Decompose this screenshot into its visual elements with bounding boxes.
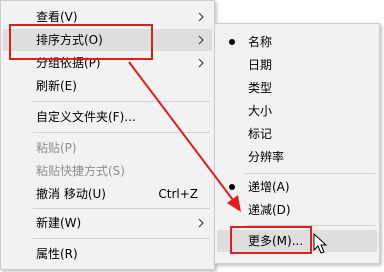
- sort-option-date[interactable]: 日期: [217, 54, 377, 76]
- menu-item-label: 递增(A): [248, 180, 290, 194]
- menu-item-label: 名称: [248, 35, 273, 49]
- menu-item-new[interactable]: 新建(W): [3, 212, 212, 234]
- menu-item-label: 刷新(E): [36, 79, 77, 93]
- menu-item-label: 标记: [248, 127, 273, 141]
- menu-item-customize-folder[interactable]: 自定义文件夹(F)...: [3, 106, 212, 128]
- menu-item-undo-move[interactable]: 撤消 移动(U) Ctrl+Z: [3, 183, 212, 205]
- selected-bullet-icon: [229, 39, 235, 45]
- menu-separator: [33, 238, 210, 239]
- menu-separator: [33, 101, 210, 102]
- menu-separator: [245, 173, 375, 174]
- menu-item-paste: 粘贴(P): [3, 137, 212, 159]
- menu-item-label: 属性(R): [36, 247, 78, 261]
- menu-item-label: 新建(W): [36, 216, 82, 230]
- sort-option-name[interactable]: 名称: [217, 31, 377, 53]
- sort-descending[interactable]: 递减(D): [217, 199, 377, 221]
- chevron-right-icon: [198, 12, 204, 22]
- menu-item-label: 大小: [248, 104, 273, 118]
- chevron-right-icon: [198, 58, 204, 68]
- menu-item-properties[interactable]: 属性(R): [3, 243, 212, 265]
- menu-item-label: 递减(D): [248, 203, 291, 217]
- mouse-cursor-icon: [313, 233, 328, 254]
- chevron-right-icon: [198, 35, 204, 45]
- menu-separator: [33, 132, 210, 133]
- sort-option-resolution[interactable]: 分辨率: [217, 146, 377, 168]
- menu-item-label: 分辨率: [248, 150, 285, 164]
- chevron-right-icon: [198, 218, 204, 228]
- sort-option-type[interactable]: 类型: [217, 77, 377, 99]
- sort-option-size[interactable]: 大小: [217, 100, 377, 122]
- menu-item-label: 自定义文件夹(F)...: [36, 110, 136, 124]
- menu-item-label: 粘贴快捷方式(S): [36, 164, 125, 178]
- menu-item-label: 类型: [248, 81, 273, 95]
- sort-option-tags[interactable]: 标记: [217, 123, 377, 145]
- menu-item-paste-shortcut: 粘贴快捷方式(S): [3, 160, 212, 182]
- menu-item-label: 日期: [248, 58, 273, 72]
- selected-bullet-icon: [229, 184, 235, 190]
- menu-item-label: 撤消 移动(U): [36, 187, 106, 201]
- highlight-box-more: [230, 226, 312, 254]
- menu-item-refresh[interactable]: 刷新(E): [3, 75, 212, 97]
- shortcut-label: Ctrl+Z: [158, 187, 198, 201]
- highlight-box-sort-by: [9, 24, 153, 60]
- sort-ascending[interactable]: 递增(A): [217, 176, 377, 198]
- menu-separator: [33, 208, 210, 209]
- menu-item-label: 粘贴(P): [36, 141, 77, 155]
